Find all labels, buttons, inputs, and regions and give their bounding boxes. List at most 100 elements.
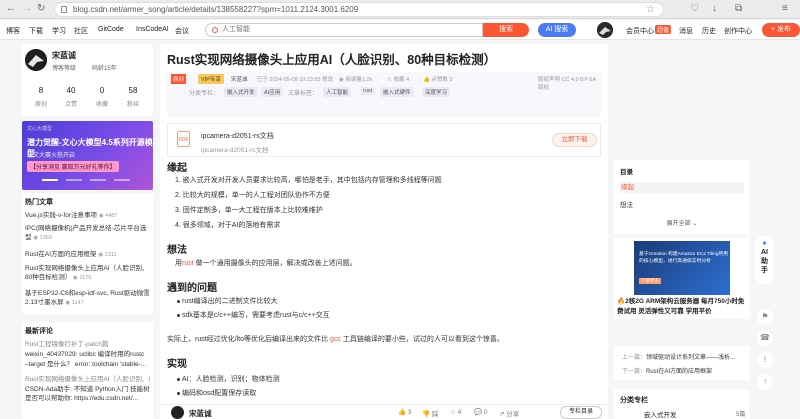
meta-license: 版权声明 CC 4.0 BY-SA版权 (538, 77, 597, 91)
back-to-top-icon[interactable]: ↑ (757, 374, 773, 390)
article-meta: 原创 VIP专享 宋蓝诚 已于 2024-05-08 10:13:55 修改 ◉… (167, 72, 601, 117)
publish-button[interactable]: + 发布 (762, 23, 800, 37)
hot-articles-title: 热门文章 (25, 199, 53, 206)
nav-item-meeting[interactable]: 会议 (175, 26, 189, 36)
column-tag[interactable]: 嵌入式开发 (224, 87, 258, 97)
nav-item-blog[interactable]: 博客 (6, 26, 20, 36)
stat-original[interactable]: 8 原创 (26, 86, 56, 108)
column-directory-button[interactable]: 专栏目录 (560, 406, 602, 419)
category-item[interactable]: 嵌入式开发 (644, 409, 677, 419)
gcc-link[interactable]: gcc (330, 336, 341, 343)
favorite-button[interactable]: ☆ 4 (450, 408, 461, 416)
meta-favs[interactable]: ☆ 收藏 4 (387, 75, 409, 83)
nav-item-gitcode[interactable]: GitCode (98, 26, 124, 33)
hot-article-item[interactable]: Rust实现网络摄像头上应用AI（人脸识别、80种目标检测） ◉ 1179 (25, 264, 150, 283)
nav-item-download[interactable]: 下载 (29, 26, 43, 36)
next-article[interactable]: 下一篇：Rust在AI方面的应用框架 (622, 366, 712, 375)
author-name[interactable]: 宋蓝诚 (52, 50, 76, 61)
heading-problem: 遇到的问题 (167, 283, 217, 294)
code-age: 码龄15年 (92, 66, 117, 72)
ad-sub: 征文大赛火热开启 (27, 153, 76, 159)
bullet (177, 378, 180, 381)
toc-expand-all[interactable]: 展开全部 ⌄ (614, 218, 750, 227)
nav-creator-center[interactable]: 创作中心 (724, 26, 752, 36)
pocket-icon[interactable]: ♡ (690, 3, 699, 14)
ai-search-button[interactable]: AI 搜索 (538, 23, 576, 37)
extensions-icon[interactable]: ⧉ (735, 3, 742, 14)
bookmark-star-icon[interactable]: ☆ (646, 3, 655, 17)
dislike-button[interactable]: 👎 踩 (422, 408, 438, 418)
hot-article-item[interactable]: 基于ESP32-C6和esp-idf-svc, Rust驱动微雪2.13寸墨水屏… (25, 289, 150, 308)
toc-item-active[interactable]: 缘起 (620, 182, 744, 193)
impl-item: 编码和osd配置保存读取 (182, 390, 257, 397)
rust-link[interactable]: rust (182, 260, 194, 267)
nav-item-inscodeai[interactable]: InsCodeAI (136, 26, 169, 33)
stat-likes[interactable]: 40 点赞 (56, 86, 86, 108)
nav-item-community[interactable]: 社区 (74, 26, 88, 36)
toc-item[interactable]: 想法 (620, 199, 633, 209)
bottom-author-name[interactable]: 宋蓝诚 (189, 408, 212, 419)
meta-likes[interactable]: 👍 点赞数 3 (423, 75, 452, 83)
resource-name[interactable]: ipcamera-d2051-rs文档 (201, 131, 274, 141)
comment-article-link[interactable]: Rust实现网络摄像头上应用AI（人脸识别、80... (25, 375, 150, 384)
bullet (177, 392, 180, 395)
impl-item: AI：人脸检测，识别；物体检测 (182, 376, 280, 383)
download-now-button[interactable]: 立即下载 (552, 133, 597, 147)
tags-label: 文章标签： (288, 91, 319, 97)
ad-caption: 🔥2核2G ARM架构云服务器 每月750小时免费试用 灵活弹性又可靠 学用平价 (617, 298, 745, 315)
lock-icon (61, 6, 67, 13)
origin-item: 2. 比较大的规模，单一的人工程对团队协作不方便 (175, 192, 330, 199)
sidebar-ad-banner[interactable]: 文心大模型 潜力觉醒-文心大模型4.5系列开源模型 征文大赛火热开启 【分享洞见… (22, 121, 153, 190)
customer-service-icon[interactable]: ☎ (757, 330, 773, 346)
hot-article-item[interactable]: IPC(网络摄像机)产品开发总结-芯片平台选型 ◉ 1369 (25, 224, 150, 243)
nav-member-center[interactable]: 会员中心 (626, 26, 654, 36)
meta-reads: ◉ 阅读量1.2k (339, 77, 373, 83)
user-avatar[interactable] (597, 22, 613, 38)
prev-article[interactable]: 上一篇：领域驱动设计系列文章——浅析... (622, 352, 735, 361)
url-field[interactable]: blog.csdn.net/armer_song/article/details… (54, 2, 664, 17)
article-tag[interactable]: 嵌入式硬件 (380, 87, 414, 97)
article-tag[interactable]: rust (360, 87, 376, 95)
resource-download-card[interactable]: PDF ipcamera-d2051-rs文档 ipcamera-d2051-r… (167, 123, 601, 157)
category-card: 分类专栏 嵌入式开发 5篇 (614, 389, 750, 419)
ad-brand: 文心大模型 (27, 126, 53, 132)
menu-icon[interactable]: ≡ (782, 3, 788, 14)
table-of-contents: 目录 缘起 想法 展开全部 ⌄ (614, 160, 750, 234)
hot-article-item[interactable]: Vue.js实践-v-for注意事项 ◉ 4487 (25, 211, 150, 221)
like-button[interactable]: 👍 3 (398, 408, 412, 416)
article-tag[interactable]: 深度学习 (422, 87, 451, 97)
search-button[interactable]: 搜索 (483, 23, 529, 37)
nav-item-learn[interactable]: 学习 (52, 26, 66, 36)
site-top-nav: 博客 下载 学习 社区 GitCode InsCodeAI 会议 人工智能 搜索… (0, 20, 800, 40)
author-avatar[interactable] (25, 49, 47, 71)
hot-articles-card: 热门文章 Vue.js实践-v-for注意事项 ◉ 4487 IPC(网络摄像机… (22, 193, 153, 314)
article-title: Rust实现网络摄像头上应用AI（人脸识别、80种目标检测） (167, 53, 497, 67)
problem-item: sdk基本是c/c++编写，需要考虑rust与c/c++交互 (182, 312, 330, 319)
forward-icon[interactable]: → (22, 3, 32, 14)
stat-favs[interactable]: 0 收藏 (87, 86, 117, 108)
origin-item: 3. 固件定制多，单一大工程在版本上比较难维护 (175, 207, 323, 214)
ai-assistant-float[interactable]: ✦ AI助手 (755, 236, 774, 284)
hot-article-item[interactable]: Rust在AI方面的应用框架 ◉ 1311 (25, 250, 150, 260)
nav-history[interactable]: 历史 (702, 26, 716, 36)
feedback-icon[interactable]: ⚑ (757, 309, 773, 325)
search-input[interactable]: 人工智能 (205, 23, 483, 37)
pdf-icon: PDF (177, 131, 190, 147)
share-button[interactable]: ↗ 分享 (499, 408, 519, 418)
stat-fans[interactable]: 58 粉丝 (118, 86, 148, 108)
vip-badge: 超值 (655, 25, 672, 34)
nav-messages[interactable]: 消息 (679, 26, 693, 36)
back-icon[interactable]: ← (6, 3, 16, 14)
right-ad-card[interactable]: 基于Graviton 构建Amazon EC2 Tiling所用的核心模型，进行… (614, 238, 750, 319)
column-tag[interactable]: AI应用 (261, 87, 284, 97)
report-icon[interactable]: ! (757, 352, 773, 368)
bottom-author-avatar[interactable] (171, 406, 184, 419)
reload-icon[interactable]: ↻ (37, 3, 45, 14)
download-icon[interactable]: ↓ (712, 3, 717, 14)
carousel-dots[interactable] (42, 179, 132, 182)
heading-implementation: 实现 (167, 359, 187, 370)
comment-article-link[interactable]: Rust工程镜像打补丁-patch篇 (25, 340, 150, 349)
article-tag[interactable]: 人工智能 (323, 87, 352, 97)
meta-author[interactable]: 宋蓝诚 (231, 75, 248, 83)
comment-button[interactable]: 💬 0 (474, 408, 488, 416)
